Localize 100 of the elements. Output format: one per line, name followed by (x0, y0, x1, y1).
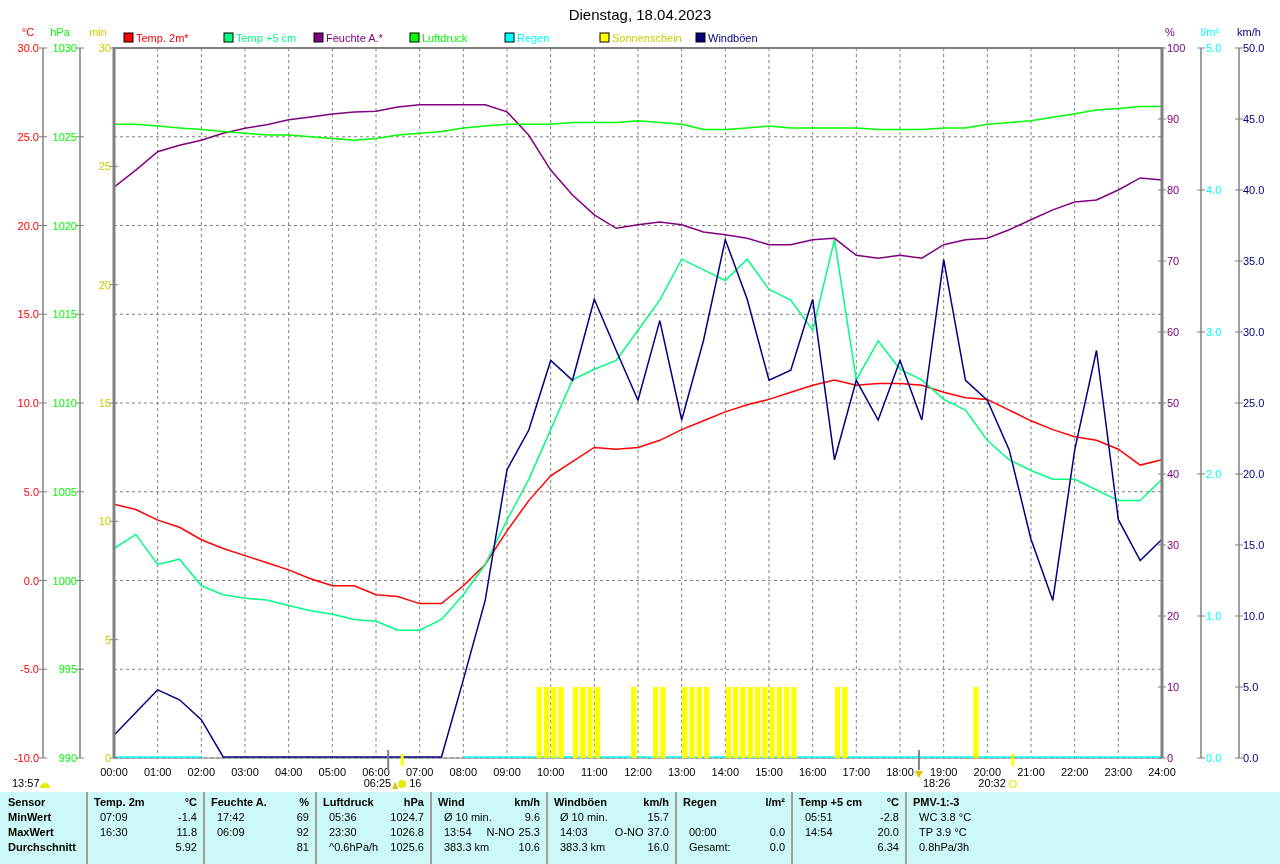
axis-tick-label: 07:00 (405, 766, 434, 778)
axis-tick-label: 1005 (52, 485, 77, 498)
axis-tick-label: 10 (1167, 681, 1180, 693)
table-cell-text: Ø 10 min. (559, 810, 608, 825)
table-cell: 6.34 (877, 840, 899, 855)
column-unit: km/h (514, 795, 540, 810)
axis-tick-label: 13:00 (667, 766, 696, 778)
table-cell-text: 16:30 (99, 825, 128, 840)
axis-tick-label: 1010 (52, 397, 77, 409)
column-title: Luftdruck (323, 795, 374, 810)
axis-tick-label: 70 (1167, 255, 1180, 267)
axis-tick-label: 995 (58, 663, 77, 676)
column-title: Regen (683, 795, 717, 810)
axis-tick-label: 1000 (52, 574, 77, 587)
axis-tick-label: 01:00 (143, 766, 172, 778)
table-cell: 81 (296, 840, 309, 855)
sunshine-bar (631, 687, 637, 758)
table-cell: 1026.8 (390, 825, 424, 840)
axis-tick-label: 02:00 (187, 766, 216, 778)
axis-tick-label: 16:00 (798, 766, 827, 778)
legend-swatch (504, 32, 515, 43)
axis-tick-label: 50 (1167, 397, 1180, 409)
axis-tick-label: 10:00 (536, 766, 565, 778)
axis-tick-label: 21:00 (1017, 766, 1045, 778)
axis-tick-label: 1015 (52, 308, 77, 321)
table-cell: -1.4 (178, 810, 197, 825)
axis-tick-label: 20 (98, 278, 111, 291)
table-cell: 1025.6 (390, 840, 424, 855)
axis-tick-label: 50.0 (1243, 42, 1265, 54)
row-label: Durchschnitt (8, 840, 77, 855)
axis-tick-label: 22:00 (1060, 766, 1089, 778)
axis-tick-label: 08:00 (449, 766, 478, 778)
axis-tick-label: 14:00 (711, 766, 740, 778)
table-cell-text: Ø 10 min. (443, 810, 492, 825)
legend-label: Regen (517, 32, 550, 44)
axis-tick-label: 5.0 (23, 485, 39, 498)
sunset-icon (914, 771, 923, 778)
legend-swatch (695, 32, 706, 43)
table-cell-text: ^0.6hPa/h (328, 840, 379, 855)
column-unit: % (299, 795, 309, 810)
axis-tick-label: 19:00 (929, 766, 958, 778)
table-cell: 0.0 (769, 825, 785, 840)
axis-tick-label: 5.0 (1206, 42, 1222, 54)
table-cell-text: 07:09 (99, 810, 128, 825)
legend-label: Luftdruck (422, 32, 468, 44)
axis-tick-label: 25 (98, 160, 111, 173)
axis-tick-label: 4.0 (1206, 184, 1222, 196)
table-cell-text: 05:36 (328, 810, 357, 825)
table-cell-text: WC 3.8 °C (918, 810, 972, 825)
column-unit: l/m² (765, 795, 785, 810)
table-cell-text: TP 3.9 °C (918, 825, 967, 840)
axis-tick-label: 30.0 (17, 42, 39, 54)
legend-swatch (599, 32, 610, 43)
axis-tick-label: 15.0 (17, 308, 39, 321)
axis-tick-label: 30 (98, 42, 111, 54)
table-cell-text: 13:54 (443, 825, 472, 840)
table-cell-text: 17:42 (216, 810, 245, 825)
sun-icon (398, 780, 407, 788)
axis-unit: min (89, 26, 107, 38)
axis-tick-label: 12:00 (624, 766, 652, 778)
chart-title: Dienstag, 18.04.2023 (568, 6, 712, 23)
axis-tick-label: 0.0 (23, 574, 39, 587)
table-cell-text: 06:09 (216, 825, 245, 840)
axis-tick-label: 05:00 (318, 766, 347, 778)
legend-label: Temp. 2m* (136, 32, 189, 44)
axis-tick-label: 20:00 (973, 766, 1002, 778)
sunshine-bar (704, 687, 710, 758)
column-title: Temp. 2m (94, 795, 145, 810)
table-cell: 37.0 (647, 825, 669, 840)
table-cell: 1024.7 (390, 810, 424, 825)
axis-tick-label: 990 (58, 752, 77, 764)
legend-swatch (313, 32, 324, 43)
table-cell: 20.0 (877, 825, 899, 840)
axis-tick-label: 1.0 (1206, 610, 1222, 622)
legend-swatch (123, 32, 134, 43)
axis-tick-label: 10.0 (1243, 610, 1265, 622)
axis-tick-label: -10.0 (13, 752, 39, 764)
axis-unit: l/m² (1200, 26, 1220, 38)
row-label: MinWert (8, 810, 53, 825)
table-cell: -2.8 (880, 810, 899, 825)
axis-tick-label: 03:00 (231, 766, 259, 778)
axis-tick-label: 11:00 (580, 766, 608, 778)
table-cell: 25.3 (518, 825, 540, 840)
axis-unit: hPa (50, 26, 70, 38)
table-cell: 11.8 (176, 825, 197, 840)
axis-tick-label: 24:00 (1148, 766, 1176, 778)
axis-tick-label: 20 (1167, 610, 1180, 622)
axis-tick-label: 23:00 (1104, 766, 1133, 778)
axis-tick-label: 17:00 (842, 766, 871, 778)
column-unit: km/h (643, 795, 669, 810)
column-title: PMV-1:-3 (913, 795, 960, 810)
sun-mark-label: 16 (409, 777, 422, 789)
table-cell: 92 (296, 825, 309, 840)
axis-tick-label: 15 (98, 397, 111, 409)
moon-time: 20:32 (978, 777, 1006, 789)
row-label: MaxWert (8, 825, 55, 840)
axis-tick-label: 10.0 (17, 397, 39, 409)
table-header: Sensor (8, 795, 47, 810)
axis-tick-label: 5 (104, 633, 111, 646)
moon-icon (1008, 779, 1017, 789)
